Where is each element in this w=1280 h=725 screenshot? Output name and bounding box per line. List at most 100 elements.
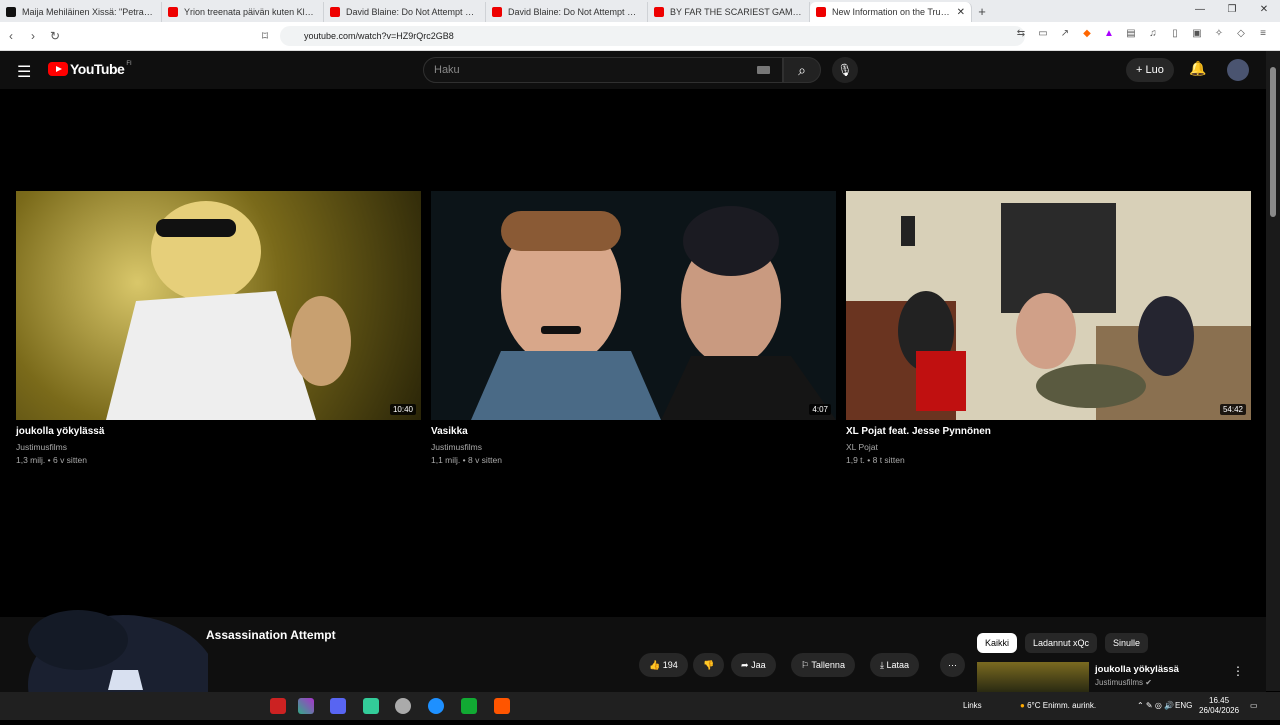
menu-icon[interactable]: ≡ [1256,28,1270,42]
thumbnail-image [846,203,1251,420]
video-title[interactable]: joukolla yökylässä [16,426,421,437]
next-video-thumbnail[interactable] [977,662,1089,692]
keyboard-icon[interactable] [757,66,770,74]
browser-tab[interactable]: Maija Mehiläinen Xissä: "Petra Nyqvi [0,2,162,22]
browser-tab[interactable]: Yrion treenata päivän kuten Klaebo - [162,2,324,22]
video-title[interactable]: Vasikka [431,426,836,437]
channel-name[interactable]: Justimusfilms [16,441,421,454]
close-window-icon[interactable]: ✕ [1248,0,1280,20]
thumbnail-image [106,201,351,420]
thumbs-up-icon: 👍 [649,660,661,670]
share-arrow-icon: ➦ [741,660,749,670]
scrollbar-thumb[interactable] [1270,67,1276,217]
x-favicon-icon [6,7,16,17]
close-tab-icon[interactable]: ✕ [957,7,965,18]
create-button[interactable]: + Luo [1126,58,1174,82]
dislike-button[interactable]: 👎 [693,653,725,677]
youtube-header: ☰ YouTube FI Haku ⌕ 🎙 + Luo 🔔 [0,51,1266,89]
browser-tab-active[interactable]: New Information on the Trump A ✕ [810,2,972,22]
reload-icon[interactable]: ↻ [44,29,66,43]
windows-taskbar: Links ● 6°C Enimm. aurink. ⌃ ✎ ◎ 🔊 ENG 1… [0,692,1280,720]
share-icon[interactable]: ↗ [1058,28,1072,42]
hamburger-menu-icon[interactable]: ☰ [17,62,31,82]
url-field[interactable]: youtube.com/watch?v=HZ9rQrc2GB8 [280,26,1025,46]
save-button[interactable]: ⚐ Tallenna [791,653,855,677]
reader-icon[interactable]: ▤ [1124,28,1138,42]
back-icon[interactable]: ‹ [0,29,22,43]
forward-icon[interactable]: › [22,29,44,43]
language-indicator[interactable]: ENG [1175,692,1192,720]
share-button[interactable]: ➦ Jaa [731,653,776,677]
address-bar-row: ‹ › ↻ ⌑ youtube.com/watch?v=HZ9rQrc2GB8 … [0,22,1280,51]
sun-icon: ● [1020,701,1025,710]
search-input[interactable]: Haku [423,57,783,83]
video-duration: 10:40 [389,404,416,415]
cast-icon[interactable]: ▭ [1036,28,1050,42]
chip-for-you[interactable]: Sinulle [1105,633,1149,653]
app-icon[interactable] [363,698,379,714]
edge-icon[interactable] [428,698,444,714]
browser-tab[interactable]: David Blaine: Do Not Attempt MEGA [324,2,486,22]
bookmark-icon[interactable]: ⌑ [254,29,276,43]
like-button[interactable]: 👍 194 [639,653,688,677]
next-video-title[interactable]: joukolla yökylässä [1095,664,1179,675]
watch-video-title: Assassination Attempt [206,628,336,642]
video-thumbnail[interactable]: 10:40 [16,191,421,420]
app-icon[interactable] [461,698,477,714]
download-button[interactable]: ⤓ Lataa [870,653,920,677]
verified-icon: ✔ [1145,678,1152,687]
scrollbar[interactable] [1266,51,1280,691]
video-stats: 1,3 milj. • 6 v sitten [16,455,88,465]
brave-shield-icon[interactable]: ◆ [1080,28,1094,42]
next-video-channel[interactable]: Justimusfilms ✔ [1095,678,1152,687]
youtube-logo[interactable]: YouTube FI [48,61,132,77]
browser-tab-bar: Maija Mehiläinen Xissä: "Petra Nyqvi Yri… [0,0,1280,22]
bookmark-save-icon: ⚐ [801,660,810,670]
brave-browser-icon[interactable] [494,698,510,714]
clock[interactable]: 16.45 26/04/2026 [1199,696,1239,716]
app-icon[interactable] [298,698,314,714]
video-title[interactable]: XL Pojat feat. Jesse Pynnönen [846,426,1251,437]
video-thumbnail[interactable]: 54:42 [846,191,1251,420]
search-button[interactable]: ⌕ [783,57,821,83]
thumbs-down-icon: 👎 [703,660,715,670]
wallet-icon[interactable]: ▣ [1190,28,1204,42]
voice-search-button[interactable]: 🎙 [832,57,858,83]
thumbnail-image [471,206,836,420]
video-thumbnail[interactable]: 4:07 [431,191,836,420]
translate-icon[interactable]: ⇆ [1014,28,1028,42]
maximize-icon[interactable]: ❐ [1216,0,1248,20]
youtube-favicon-icon [654,7,664,17]
youtube-play-icon [48,62,68,76]
channel-name[interactable]: Justimusfilms [431,441,836,454]
notifications-icon[interactable]: ▭ [1250,692,1258,720]
links-toolbar[interactable]: Links [963,692,982,720]
window-controls: — ❐ ✕ [1184,0,1280,20]
chip-all[interactable]: Kaikki [977,633,1018,653]
tray-icons[interactable]: ⌃ ✎ ◎ 🔊 [1137,692,1174,720]
notifications-bell-icon[interactable]: 🔔 [1189,60,1206,77]
video-stats: 1,9 t. • 8 t sitten [846,455,905,465]
avatar[interactable] [1227,59,1249,81]
more-actions-button[interactable]: ⋯ [940,653,965,677]
sidebar-icon[interactable]: ▯ [1168,28,1182,42]
video-card[interactable]: 10:40 joukolla yökylässä Justimusfilms 1,… [16,191,421,467]
youtube-favicon-icon [492,7,502,17]
discord-icon[interactable] [330,698,346,714]
next-video-more-icon[interactable]: ⋮ [1232,664,1244,678]
rewards-icon[interactable]: ▲ [1102,28,1116,42]
new-tab-button[interactable]: + [972,4,992,19]
browser-tab[interactable]: BY FAR THE SCARIEST GAME OF THE [648,2,810,22]
vpn-icon[interactable]: ◇ [1234,28,1248,42]
channel-name[interactable]: XL Pojat [846,441,1251,454]
app-icon[interactable] [270,698,286,714]
app-icon[interactable] [395,698,411,714]
minimize-icon[interactable]: — [1184,0,1216,20]
weather-widget[interactable]: ● 6°C Enimm. aurink. [1020,692,1096,720]
video-card[interactable]: 54:42 XL Pojat feat. Jesse Pynnönen XL P… [846,191,1251,467]
leo-icon[interactable]: ✧ [1212,28,1226,42]
browser-tab[interactable]: David Blaine: Do Not Attempt MEGA [486,2,648,22]
video-card[interactable]: 4:07 Vasikka Justimusfilms 1,1 milj. • 8 … [431,191,836,467]
media-icon[interactable]: ♫ [1146,28,1160,42]
chip-uploaded-by[interactable]: Ladannut xQc [1025,633,1098,653]
